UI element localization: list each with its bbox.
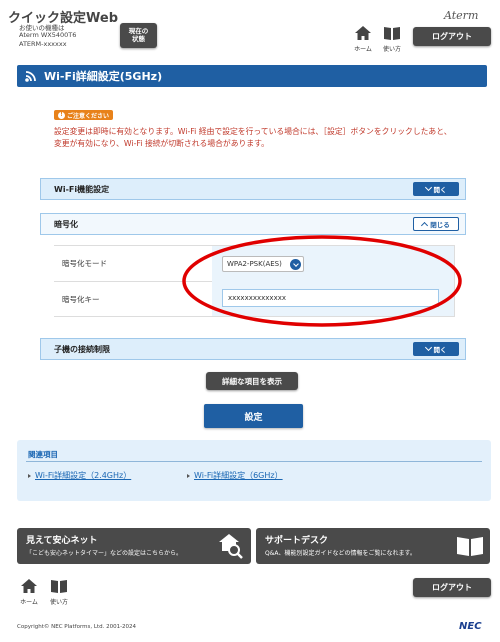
book-icon	[51, 580, 67, 593]
related-link-6ghz[interactable]: Wi-Fi詳細設定（6GHz）	[187, 470, 283, 481]
related-link-2ghz[interactable]: Wi-Fi詳細設定（2.4GHz）	[28, 470, 131, 481]
open-label: 開く	[433, 186, 447, 194]
section-child-limit-label: 子機の接続制限	[54, 344, 110, 354]
related-link-6ghz-text: Wi-Fi詳細設定（6GHz）	[194, 471, 283, 480]
support-title: サポートデスク	[265, 536, 329, 546]
related-link-2ghz-text: Wi-Fi詳細設定（2.4GHz）	[35, 471, 132, 480]
safe-net-banner[interactable]: 見えて安心ネット 「こども安心ネットタイマー」などの設定はこちらから。	[17, 528, 251, 564]
close-label: 閉じる	[430, 221, 450, 229]
device-name: ATERM-xxxxxx	[19, 40, 67, 48]
footer-help-label: 使い方	[49, 599, 68, 606]
notice-badge-label: ご注意ください	[67, 112, 110, 120]
footer-logout-button[interactable]: ログアウト	[413, 578, 491, 597]
help-button[interactable]: 使い方	[381, 25, 403, 53]
section-wifi-function[interactable]: Wi-Fi機能設定 開く	[40, 178, 466, 200]
device-model: Aterm WX5400T6	[19, 31, 77, 39]
section-wifi-function-label: Wi-Fi機能設定	[54, 184, 110, 194]
support-sub: Q&A、機能別設定ガイドなどの情報をご覧になれます。	[265, 550, 416, 557]
book-icon	[457, 537, 483, 556]
page-title: Wi-Fi詳細設定(5GHz)	[44, 70, 163, 83]
close-button[interactable]: 閉じる	[413, 217, 459, 231]
safe-net-sub: 「こども安心ネットタイマー」などの設定はこちらから。	[26, 550, 183, 557]
wifi-icon	[25, 71, 36, 82]
related-divider	[26, 461, 482, 462]
related-title: 関連項目	[28, 450, 58, 459]
arrow-right-icon	[187, 473, 190, 478]
aterm-logo: Aterm	[444, 9, 479, 22]
chevron-up-icon	[421, 221, 429, 230]
status-button-label: 現在の状態	[128, 26, 149, 43]
notice-text: 設定変更は即時に有効となります。Wi-Fi 経由で設定を行っている場合には、［設…	[54, 127, 452, 149]
section-child-limit[interactable]: 子機の接続制限 開く	[40, 338, 466, 360]
footer-help-button[interactable]: 使い方	[48, 578, 70, 606]
copyright: Copyright© NEC Platforms, Ltd. 2001-2024	[17, 624, 137, 630]
chevron-down-icon	[424, 343, 432, 352]
section-encryption-label: 暗号化	[54, 219, 78, 229]
highlight-ellipse	[182, 235, 462, 327]
home-icon	[355, 26, 371, 40]
safe-net-title: 見えて安心ネット	[26, 536, 98, 546]
open-button[interactable]: 開く	[413, 342, 459, 356]
nec-logo: NEC	[459, 621, 482, 632]
support-banner[interactable]: サポートデスク Q&A、機能別設定ガイドなどの情報をご覧になれます。	[256, 528, 490, 564]
home-button[interactable]: ホーム	[352, 25, 374, 53]
notice-badge: ! ご注意ください	[54, 110, 114, 120]
house-search-icon	[219, 534, 243, 559]
apply-button[interactable]: 設定	[204, 404, 303, 428]
open-label: 開く	[433, 346, 447, 354]
page-title-bar: Wi-Fi詳細設定(5GHz)	[17, 65, 487, 87]
alert-icon: !	[58, 111, 65, 119]
footer-home-label: ホーム	[20, 599, 38, 606]
footer-home-button[interactable]: ホーム	[18, 578, 40, 606]
logout-button[interactable]: ログアウト	[413, 27, 491, 46]
encryption-key-label-text: 暗号化キー	[62, 294, 100, 304]
arrow-right-icon	[28, 473, 31, 478]
encryption-mode-label-text: 暗号化モード	[62, 259, 107, 268]
show-details-button[interactable]: 詳細な項目を表示	[206, 372, 298, 390]
book-icon	[384, 27, 400, 40]
open-button[interactable]: 開く	[413, 182, 459, 196]
home-icon	[21, 579, 37, 593]
status-button[interactable]: 現在の状態	[120, 23, 157, 48]
home-label: ホーム	[354, 46, 372, 53]
help-label: 使い方	[382, 46, 401, 53]
chevron-down-icon	[424, 183, 432, 192]
